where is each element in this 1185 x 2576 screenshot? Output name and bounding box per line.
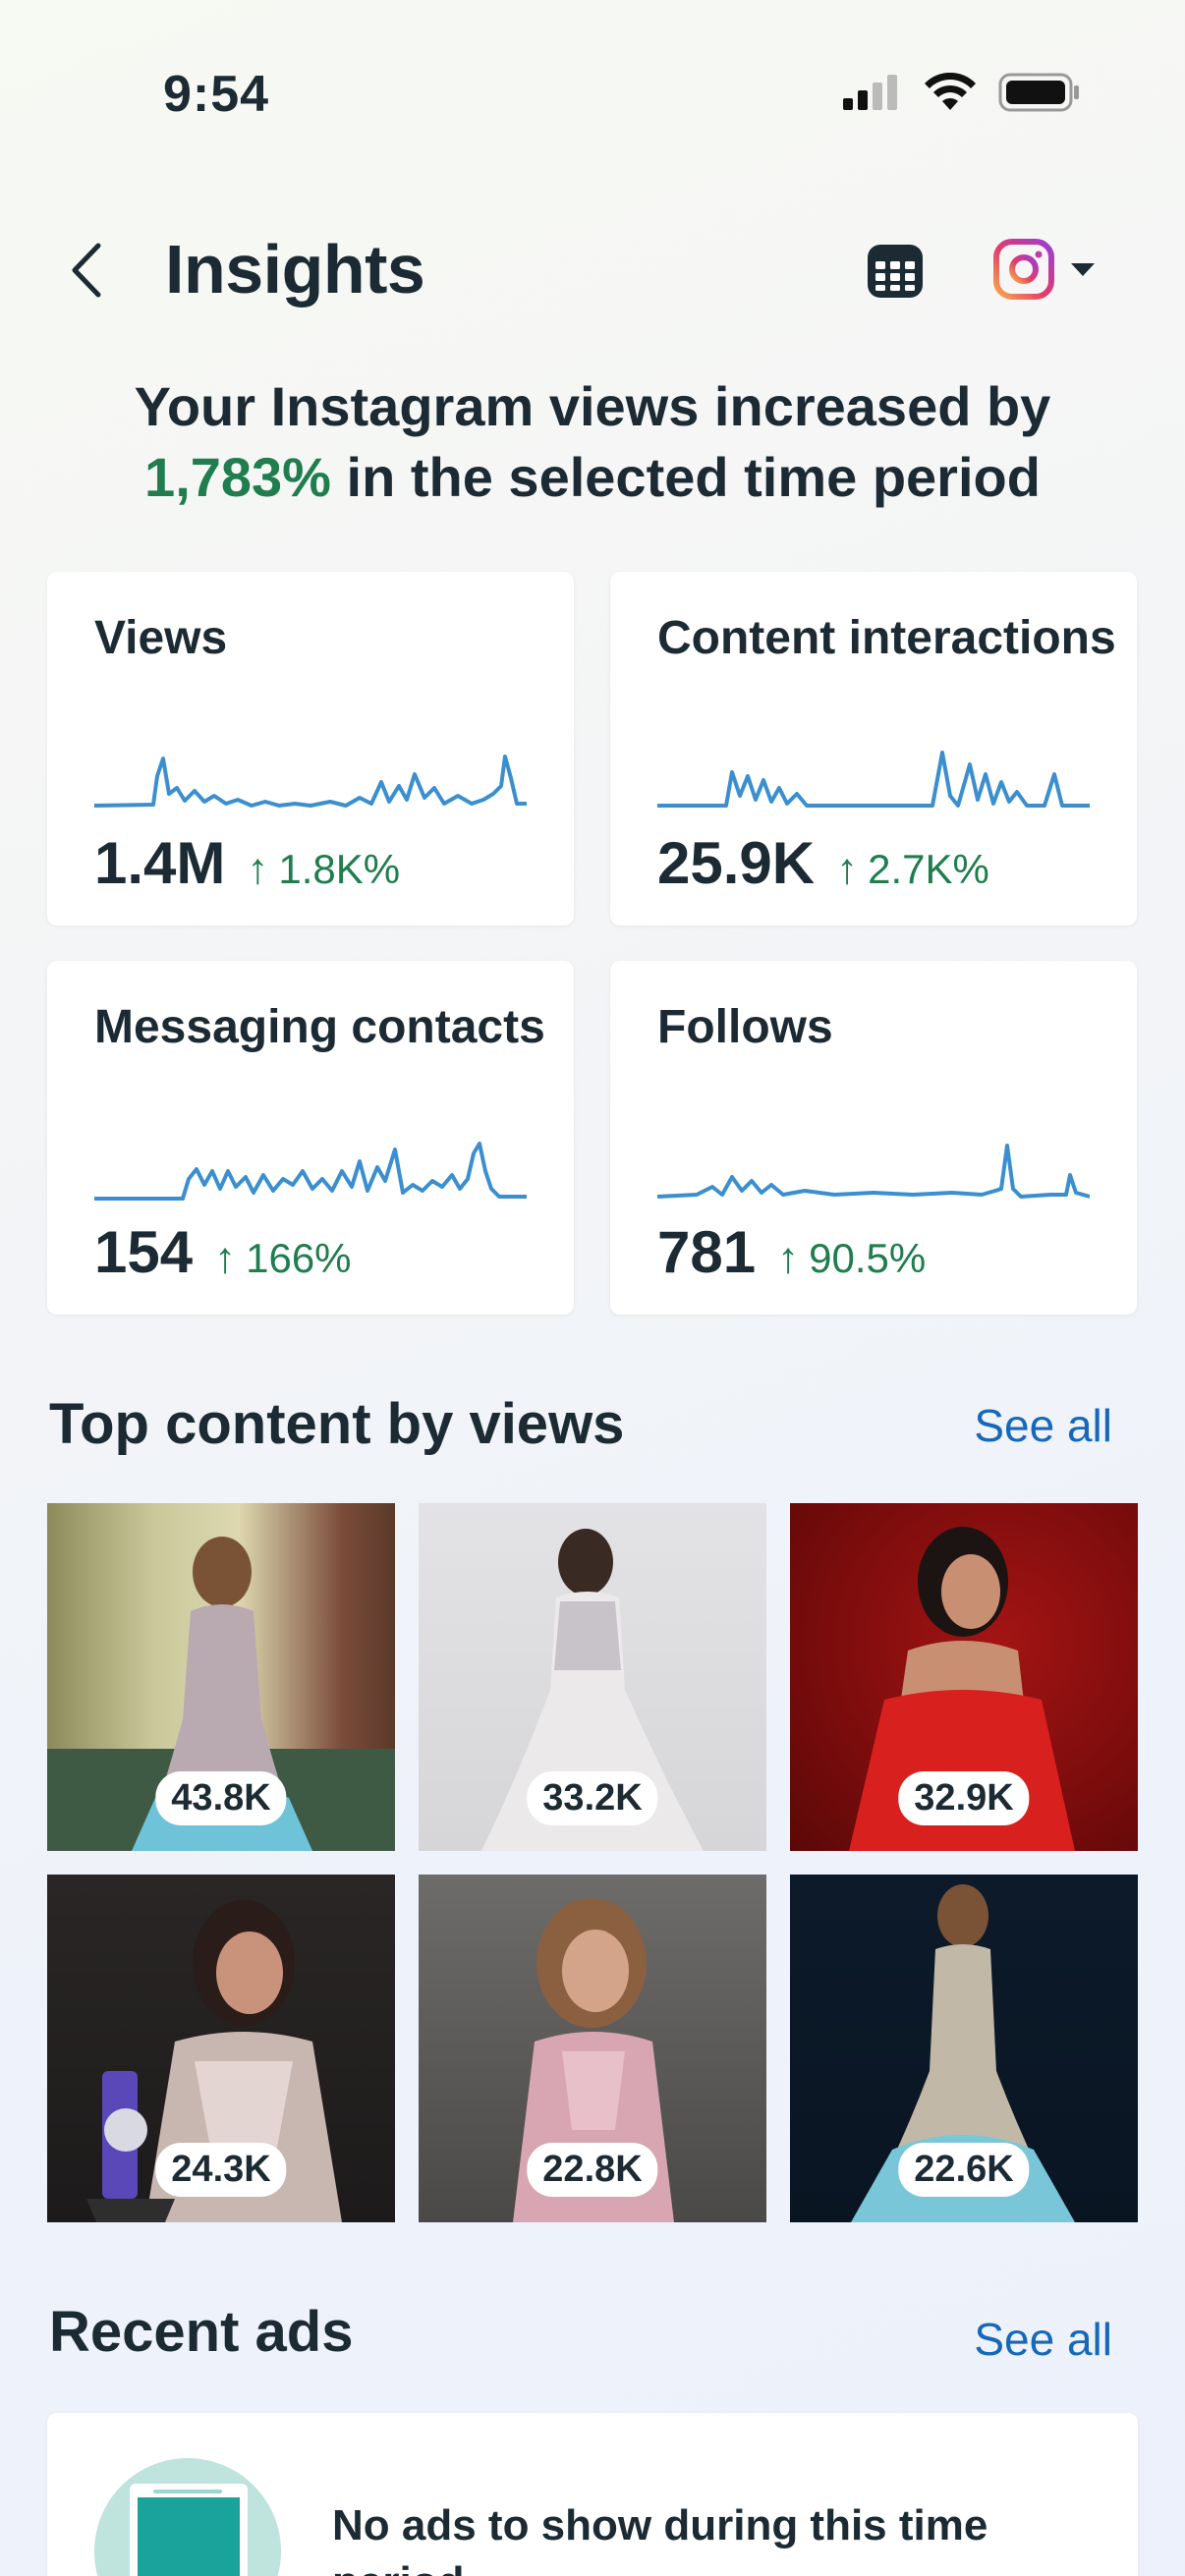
battery-icon	[998, 73, 1079, 112]
recent-ads-see-all-link[interactable]: See all	[974, 2313, 1112, 2366]
arrow-up-icon: ↑	[214, 1234, 237, 1282]
views-count-pill: 33.2K	[527, 1771, 658, 1825]
metric-value-row: 25.9K ↑ 2.7K%	[657, 829, 989, 897]
chevron-left-icon	[72, 243, 101, 298]
top-content-title: Top content by views	[49, 1392, 625, 1456]
page-title: Insights	[165, 231, 425, 308]
ad-preview-icon	[130, 2484, 248, 2576]
back-button[interactable]	[59, 236, 118, 305]
metric-change: 1.8K%	[278, 846, 401, 892]
instagram-logo-icon	[993, 239, 1054, 300]
metric-value: 154	[94, 1219, 194, 1285]
arrow-up-icon: ↑	[777, 1234, 800, 1282]
metric-label: Messaging contacts	[94, 1001, 545, 1053]
recent-ads-card: No ads to show during this time period	[47, 2413, 1138, 2576]
views-count-pill: 24.3K	[155, 2143, 287, 2197]
summary-prefix: Your Instagram views increased by	[134, 375, 1051, 437]
views-summary: Your Instagram views increased by 1,783%…	[29, 371, 1156, 513]
metric-change: 90.5%	[809, 1235, 927, 1281]
date-range-button[interactable]	[865, 240, 926, 301]
views-sparkline	[94, 755, 527, 808]
content-interactions-sparkline	[657, 751, 1090, 808]
cellular-signal-icon	[843, 75, 897, 110]
arrow-up-icon: ↑	[836, 845, 859, 893]
views-count-pill: 22.6K	[898, 2143, 1030, 2197]
metric-value: 781	[657, 1219, 757, 1285]
no-ads-message: No ads to show during this time period	[332, 2501, 988, 2576]
top-content-item[interactable]: 33.2K	[419, 1503, 766, 1851]
recent-ads-title: Recent ads	[49, 2300, 354, 2364]
views-count-pill: 22.8K	[527, 2143, 658, 2197]
metric-card-views[interactable]: Views 1.4M ↑ 1.8K%	[47, 572, 574, 925]
calendar-icon	[868, 245, 923, 298]
arrow-up-icon: ↑	[247, 845, 269, 893]
top-content-item[interactable]: 43.8K	[47, 1503, 395, 1851]
top-content-item[interactable]: 32.9K	[790, 1503, 1138, 1851]
top-content-item[interactable]: 22.8K	[419, 1875, 766, 2222]
messaging-contacts-sparkline	[94, 1142, 527, 1201]
wifi-icon	[925, 73, 976, 110]
status-time: 9:54	[163, 66, 270, 123]
metric-value-row: 154 ↑ 166%	[94, 1218, 352, 1286]
views-count-pill: 43.8K	[155, 1771, 287, 1825]
metric-card-follows[interactable]: Follows 781 ↑ 90.5%	[610, 961, 1137, 1315]
metric-card-content-interactions[interactable]: Content interactions 25.9K ↑ 2.7K%	[610, 572, 1137, 925]
metric-value: 25.9K	[657, 830, 816, 896]
metric-label: Follows	[657, 1001, 833, 1053]
summary-suffix: in the selected time period	[346, 446, 1041, 508]
metric-value-row: 781 ↑ 90.5%	[657, 1218, 926, 1286]
metric-change: 2.7K%	[868, 846, 989, 892]
metric-change: 166%	[246, 1235, 352, 1281]
top-content-see-all-link[interactable]: See all	[974, 1399, 1112, 1452]
caret-down-icon	[1071, 263, 1095, 276]
top-content-item[interactable]: 22.6K	[790, 1875, 1138, 2222]
summary-percent: 1,783%	[144, 446, 331, 508]
metric-value-row: 1.4M ↑ 1.8K%	[94, 829, 400, 897]
ads-illustration	[94, 2458, 281, 2576]
follows-sparkline	[657, 1144, 1090, 1199]
metric-card-messaging-contacts[interactable]: Messaging contacts 154 ↑ 166%	[47, 961, 574, 1315]
views-count-pill: 32.9K	[898, 1771, 1030, 1825]
metric-label: Views	[94, 612, 228, 664]
top-content-item[interactable]: 24.3K	[47, 1875, 395, 2222]
status-icons	[843, 73, 1081, 112]
account-switcher[interactable]	[992, 238, 1097, 301]
metric-value: 1.4M	[94, 830, 226, 896]
metric-label: Content interactions	[657, 612, 1116, 664]
